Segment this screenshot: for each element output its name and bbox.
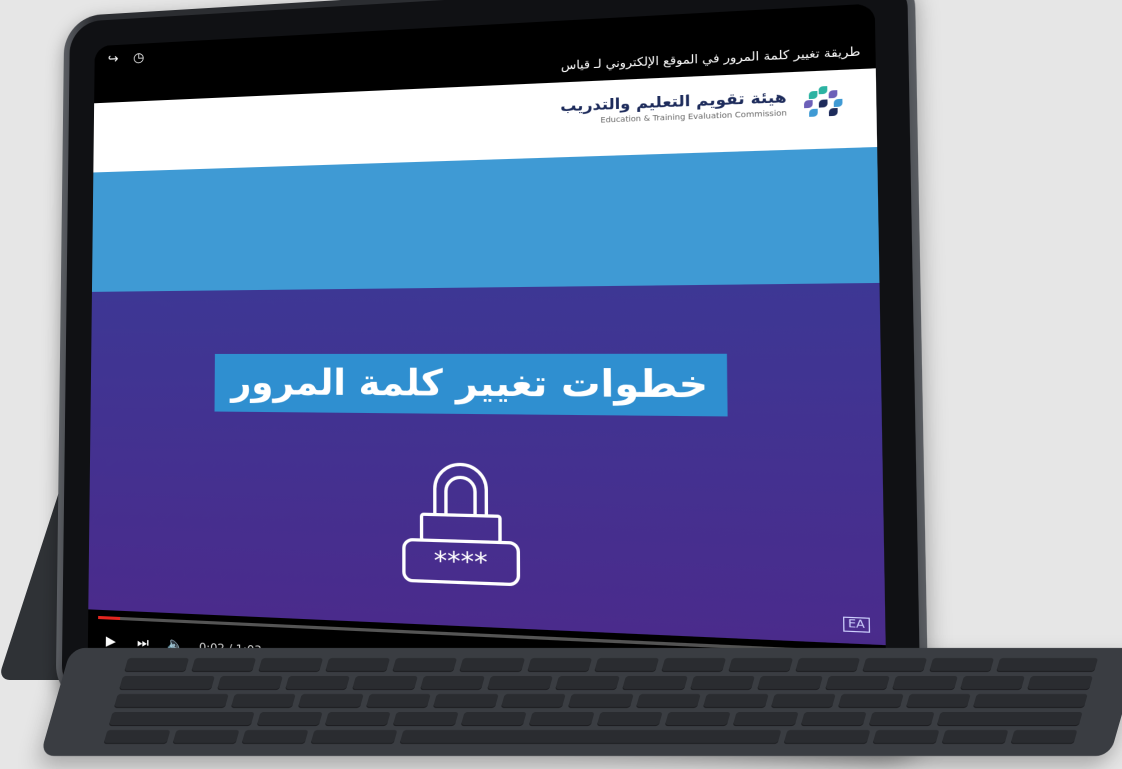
- logo-text: هيئة تقويم التعليم والتدريب Education & …: [560, 89, 787, 126]
- keyboard-rows: [103, 658, 1099, 744]
- progress-fill: [98, 615, 121, 621]
- top-icons: ↪ ◷: [104, 49, 147, 69]
- watch-later-icon[interactable]: ◷: [130, 49, 148, 68]
- scene: ↪ ◷ طريقة تغيير كلمة المرور في الموقع ال…: [0, 0, 1122, 769]
- lock-icon: ****: [399, 447, 523, 602]
- lock-password-text: ****: [434, 545, 488, 578]
- keyboard: [40, 648, 1122, 756]
- video-headline: خطوات تغيير كلمة المرور: [214, 353, 728, 417]
- video-player[interactable]: ↪ ◷ طريقة تغيير كلمة المرور في الموقع ال…: [87, 3, 887, 718]
- tablet-screen: ↪ ◷ طريقة تغيير كلمة المرور في الموقع ال…: [87, 3, 887, 718]
- logo-mark-icon: [799, 83, 849, 121]
- etec-logo: هيئة تقويم التعليم والتدريب Education & …: [560, 83, 849, 129]
- video-corner-mark: EA: [842, 616, 871, 633]
- video-frame-blue-band: [91, 146, 880, 292]
- video-frame-main: خطوات تغيير كلمة المرور **** EA: [88, 282, 886, 646]
- video-title[interactable]: طريقة تغيير كلمة المرور في الموقع الإلكت…: [561, 44, 861, 72]
- tablet-bezel: ↪ ◷ طريقة تغيير كلمة المرور في الموقع ال…: [61, 0, 922, 751]
- share-icon[interactable]: ↪: [104, 51, 122, 70]
- tablet: ↪ ◷ طريقة تغيير كلمة المرور في الموقع ال…: [55, 0, 930, 759]
